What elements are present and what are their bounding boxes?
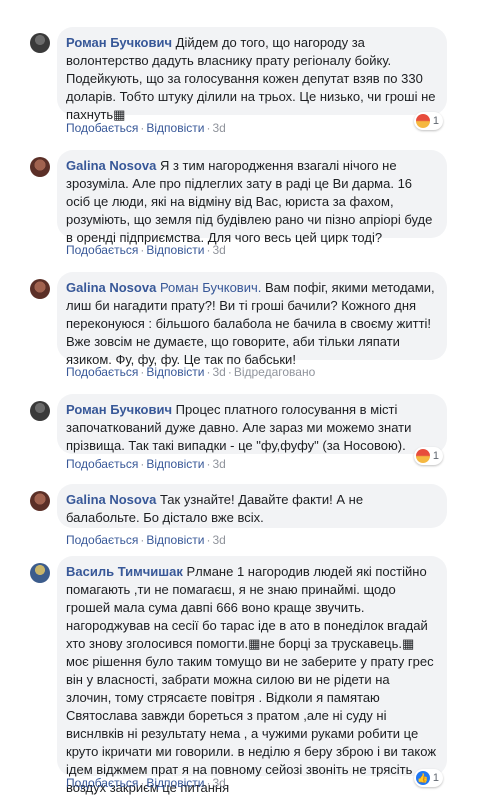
avatar[interactable] — [30, 563, 50, 583]
comment-bubble: Galina Nosova Роман Бучкович. Вам пофіг,… — [57, 272, 447, 367]
like-link[interactable]: Подобається — [66, 365, 138, 379]
avatar[interactable] — [30, 279, 50, 299]
comment-author[interactable]: Роман Бучкович — [66, 402, 172, 417]
mention-link[interactable]: Роман Бучкович. — [160, 280, 261, 295]
reaction-count: 1 — [432, 115, 439, 127]
reaction-badge[interactable]: 1 — [413, 447, 443, 465]
separator: · — [140, 121, 145, 135]
avatar[interactable] — [30, 33, 50, 53]
comment-author[interactable]: Galina Nosova — [66, 492, 156, 507]
reply-link[interactable]: Відповісти — [146, 776, 204, 790]
reply-link[interactable]: Відповісти — [146, 121, 204, 135]
timestamp[interactable]: 3d — [212, 457, 225, 471]
comment-author[interactable]: Galina Nosova — [66, 280, 156, 295]
like-link[interactable]: Подобається — [66, 533, 138, 547]
reaction-count: 1 — [432, 450, 439, 462]
comment-bubble: Galina Nosova Я з тим нагородження взага… — [57, 150, 447, 245]
comment-actions: Подобається · Відповісти · 3d · Відредаговано — [66, 365, 315, 379]
separator: · — [227, 365, 232, 379]
comment-actions: Подобається · Відповісти · 3d — [66, 457, 226, 471]
timestamp[interactable]: 3d — [212, 121, 225, 135]
reaction-badge[interactable]: 1 — [413, 112, 443, 130]
timestamp[interactable]: 3d — [212, 365, 225, 379]
angry-icon — [415, 114, 430, 128]
separator: · — [206, 121, 211, 135]
timestamp[interactable]: 3d — [212, 533, 225, 547]
separator: · — [140, 243, 145, 257]
like-icon: 👍 — [415, 771, 430, 785]
comment-bubble: Galina Nosova Так узнайте! Давайте факти… — [57, 484, 447, 528]
separator: · — [140, 457, 145, 471]
avatar[interactable] — [30, 401, 50, 421]
comment-actions: Подобається · Відповісти · 3d — [66, 776, 226, 790]
comment-bubble: Василь Тимчишак Рлмане 1 нагородив людей… — [57, 556, 447, 795]
separator: · — [140, 533, 145, 547]
comment-actions: Подобається · Відповісти · 3d — [66, 121, 226, 135]
timestamp[interactable]: 3d — [212, 243, 225, 257]
timestamp[interactable]: 3d — [212, 776, 225, 790]
like-link[interactable]: Подобається — [66, 776, 138, 790]
separator: · — [140, 365, 145, 379]
comment-author[interactable]: Galina Nosova — [66, 158, 156, 173]
angry-icon — [415, 449, 430, 463]
reply-link[interactable]: Відповісти — [146, 365, 204, 379]
reply-link[interactable]: Відповісти — [146, 457, 204, 471]
separator: · — [140, 776, 145, 790]
separator: · — [206, 243, 211, 257]
comment-author[interactable]: Василь Тимчишак — [66, 564, 183, 579]
comment-bubble: Роман Бучкович Процес платного голосуван… — [57, 394, 447, 454]
edited-label[interactable]: Відредаговано — [234, 365, 315, 379]
like-link[interactable]: Подобається — [66, 121, 138, 135]
separator: · — [206, 533, 211, 547]
reaction-badge[interactable]: 👍 1 — [413, 769, 443, 787]
separator: · — [206, 365, 211, 379]
comment-actions: Подобається · Відповісти · 3d — [66, 533, 226, 547]
comment-author[interactable]: Роман Бучкович — [66, 35, 172, 50]
like-link[interactable]: Подобається — [66, 243, 138, 257]
reply-link[interactable]: Відповісти — [146, 533, 204, 547]
separator: · — [206, 457, 211, 471]
separator: · — [206, 776, 211, 790]
reply-link[interactable]: Відповісти — [146, 243, 204, 257]
comment-bubble: Роман Бучкович Дійдем до того, що нагоро… — [57, 27, 447, 122]
reaction-count: 1 — [432, 772, 439, 784]
avatar[interactable] — [30, 157, 50, 177]
comment-actions: Подобається · Відповісти · 3d — [66, 243, 226, 257]
like-link[interactable]: Подобається — [66, 457, 138, 471]
avatar[interactable] — [30, 491, 50, 511]
comment-text: Рлмане 1 нагородив людей які постійно по… — [66, 564, 437, 795]
